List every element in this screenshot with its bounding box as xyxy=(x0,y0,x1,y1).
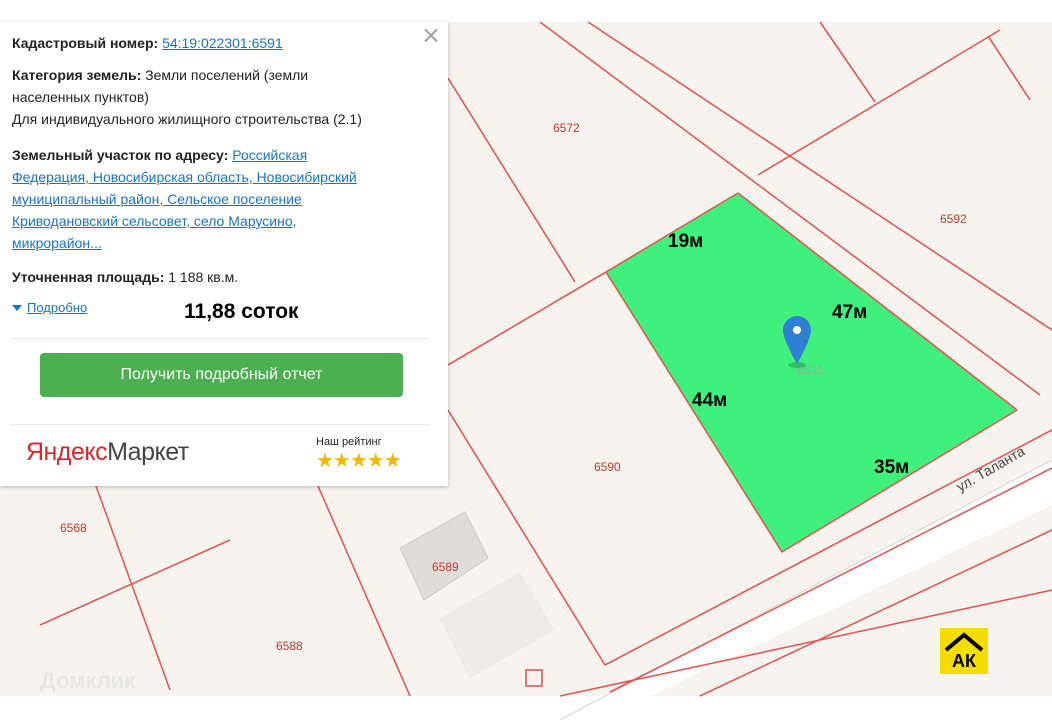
star-rating-icon: ★★★★★ xyxy=(316,448,402,472)
rating-label: Наш рейтинг xyxy=(316,436,382,448)
area-label: Уточненная площадь: xyxy=(12,269,165,285)
address-link-line2[interactable]: Федерация, Новосибирская область, Новоси… xyxy=(12,169,357,185)
divider xyxy=(10,338,430,339)
cadastral-number-row: Кадастровый номер: 54:19:022301:6591 xyxy=(12,32,283,54)
land-category-row: Категория земель: Земли поселений (земли xyxy=(12,64,308,86)
details-toggle[interactable]: Подробно xyxy=(12,300,87,315)
triangle-down-icon xyxy=(12,304,22,311)
get-report-button[interactable]: Получить подробный отчет xyxy=(40,353,403,397)
parcel-label-6588: 6588 xyxy=(276,639,303,653)
parcel-label-6568: 6568 xyxy=(60,521,87,535)
logo-market-text: Маркет xyxy=(107,438,189,466)
rating-block[interactable]: Наш рейтинг ★★★★★ xyxy=(316,436,426,472)
dimension-bottom: 35м xyxy=(874,457,909,478)
parcel-info-panel: × Кадастровый номер: 54:19:022301:6591 К… xyxy=(0,22,448,486)
area-value: 1 188 кв.м. xyxy=(168,269,239,285)
dimension-top: 19м xyxy=(668,231,703,252)
cadastral-label: Кадастровый номер: xyxy=(12,35,159,51)
parcel-label-6592: 6592 xyxy=(940,212,967,226)
address-link[interactable]: Российская xyxy=(232,147,307,163)
logo-yandex-text: Яндекс xyxy=(26,438,108,466)
close-icon[interactable]: × xyxy=(420,23,442,47)
area-sotok: 11,88 соток xyxy=(184,300,299,323)
address-link-line3[interactable]: муниципальный район, Сельское поселение xyxy=(12,191,302,207)
ak-badge-logo: АК xyxy=(940,628,988,674)
area-row: Уточненная площадь: 1 188 кв.м. xyxy=(12,266,238,288)
address-link-line5[interactable]: микрорайон... xyxy=(12,235,102,251)
category-label: Категория земель: xyxy=(12,67,142,83)
permitted-use: Для индивидуального жилищного строительс… xyxy=(12,111,362,127)
yandex-market-logo[interactable]: ЯндексМаркет xyxy=(26,438,189,467)
divider xyxy=(10,424,430,425)
address-label: Земельный участок по адресу: xyxy=(12,147,229,163)
address-row: Земельный участок по адресу: Российская xyxy=(12,144,307,166)
category-value-line2: населенных пунктов) xyxy=(12,89,149,105)
category-value: Земли поселений (земли xyxy=(145,67,309,83)
domclick-watermark: Домклик xyxy=(40,668,136,693)
address-link-line4[interactable]: Криводановский сельсовет, село Марусино, xyxy=(12,213,297,229)
parcel-label-6589: 6589 xyxy=(432,560,459,574)
ak-badge-text: АК xyxy=(952,651,976,671)
parcel-label-6572: 6572 xyxy=(553,121,580,135)
details-link[interactable]: Подробно xyxy=(27,300,87,315)
cadastral-number-link[interactable]: 54:19:022301:6591 xyxy=(162,35,283,51)
dimension-left: 44м xyxy=(692,390,727,411)
parcel-label-6590: 6590 xyxy=(594,460,621,474)
dimension-right: 47м xyxy=(832,302,867,323)
